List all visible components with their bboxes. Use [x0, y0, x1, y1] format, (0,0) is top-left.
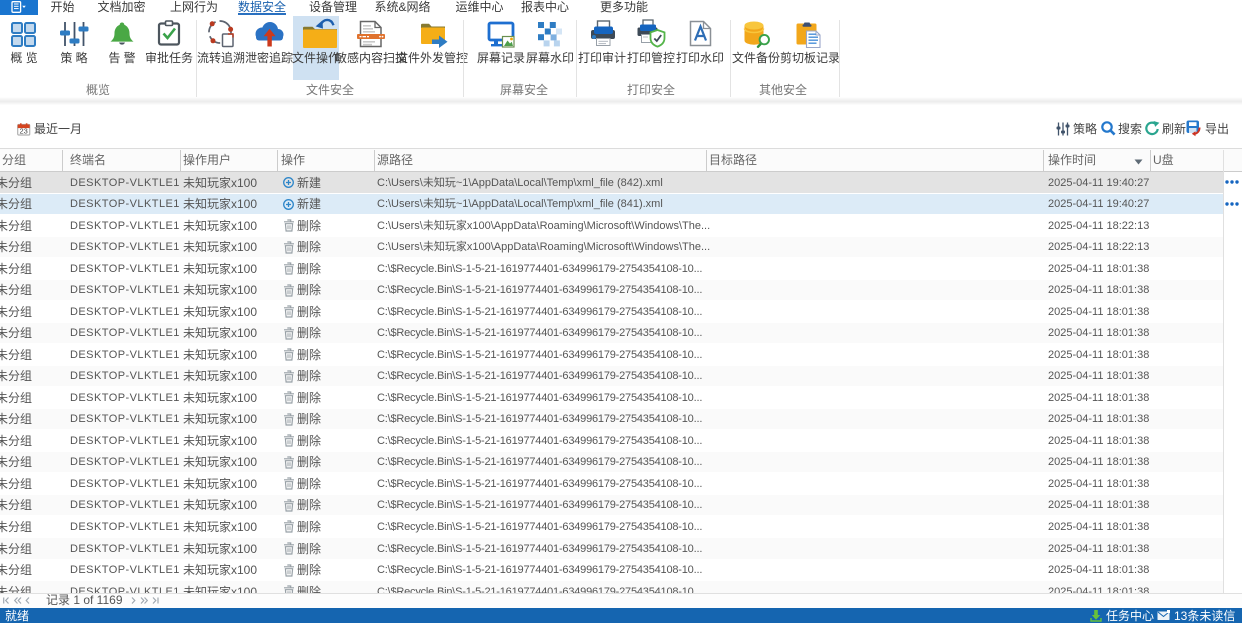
- svg-text:23: 23: [20, 127, 28, 136]
